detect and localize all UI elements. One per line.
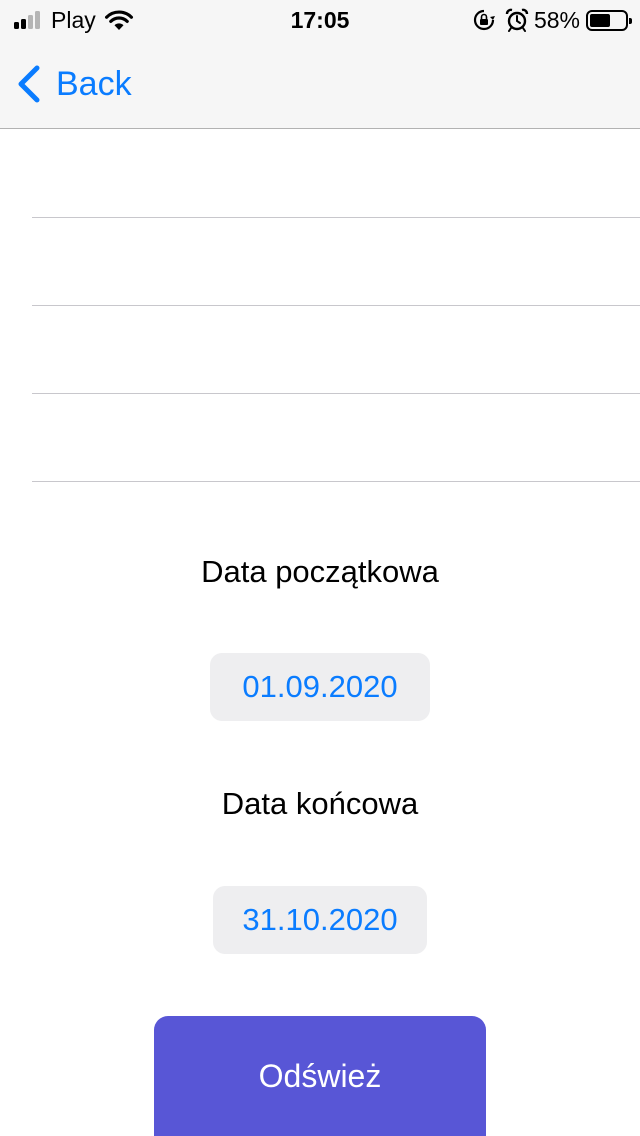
table-row[interactable] bbox=[32, 394, 640, 482]
end-date-label: Data końcowa bbox=[221, 786, 419, 821]
table-row[interactable] bbox=[32, 306, 640, 394]
table-row[interactable] bbox=[32, 130, 640, 218]
start-date-picker[interactable]: 01.09.2020 bbox=[210, 653, 430, 721]
back-label: Back bbox=[56, 65, 132, 103]
status-bar: Play 17:05 58% bbox=[0, 0, 640, 40]
back-button[interactable]: Back bbox=[16, 64, 132, 104]
table-view bbox=[0, 130, 640, 482]
status-right: 58% bbox=[472, 6, 632, 34]
chevron-left-icon bbox=[18, 65, 40, 103]
battery-icon bbox=[586, 9, 632, 31]
alarm-icon bbox=[505, 8, 529, 32]
end-date-picker[interactable]: 31.10.2020 bbox=[213, 886, 427, 954]
refresh-button[interactable]: Odśwież bbox=[154, 1016, 486, 1136]
navigation-bar: Back bbox=[0, 40, 640, 129]
table-row[interactable] bbox=[32, 218, 640, 306]
battery-level bbox=[590, 13, 610, 27]
start-date-label: Data początkowa bbox=[201, 554, 439, 589]
orientation-lock-icon bbox=[473, 9, 495, 31]
battery-percent: 58% bbox=[533, 6, 580, 33]
